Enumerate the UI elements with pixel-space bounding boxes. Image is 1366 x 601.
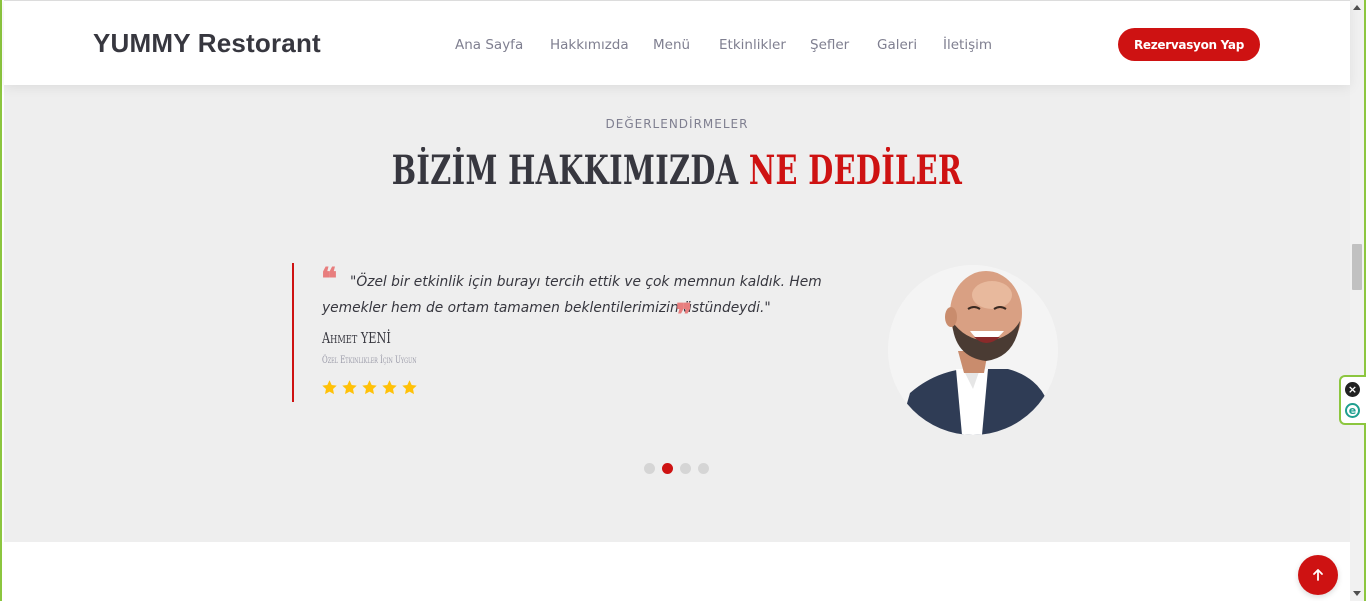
carousel-dot-4[interactable]	[698, 463, 709, 474]
carousel-dot-1[interactable]	[644, 463, 655, 474]
carousel-dot-3[interactable]	[680, 463, 691, 474]
quote-right-icon: ❞	[676, 298, 693, 333]
star-icon	[362, 380, 377, 395]
close-circle-icon[interactable]: ×	[1345, 382, 1360, 397]
nav-sefler[interactable]: Şefler	[810, 37, 849, 53]
star-icon	[322, 380, 337, 395]
arrow-up-icon	[1313, 569, 1323, 581]
heading-main: BİZİM HAKKIMIZDA	[391, 147, 749, 194]
scroll-top-button[interactable]	[1298, 555, 1338, 595]
scroll-down-arrow-icon[interactable]	[1353, 591, 1361, 596]
heading-accent: NE DEDİLER	[748, 147, 963, 194]
carousel-dot-2[interactable]	[662, 463, 673, 474]
e-logo-icon[interactable]: e	[1345, 403, 1360, 418]
star-icon	[342, 380, 357, 395]
reviewer-name: Ahmet YENİ	[322, 329, 391, 347]
reservation-button[interactable]: Rezervasyon Yap	[1118, 28, 1260, 61]
nav-ana-sayfa[interactable]: Ana Sayfa	[455, 37, 523, 53]
extension-widget: × e	[1339, 375, 1366, 425]
reviewer-photo	[888, 265, 1058, 435]
testimonial-quote: "Özel bir etkinlik için burayı tercih et…	[322, 274, 822, 316]
carousel-pagination	[644, 463, 709, 474]
rating-stars	[321, 379, 418, 396]
star-icon	[382, 380, 397, 395]
nav-iletisim[interactable]: İletişim	[943, 37, 992, 53]
nav-galeri[interactable]: Galeri	[877, 37, 917, 53]
site-header: YUMMY Restorant Ana Sayfa Hakkımızda Men…	[4, 0, 1350, 85]
site-logo[interactable]: YUMMY Restorant	[93, 28, 321, 59]
nav-etkinlikler[interactable]: Etkinlikler	[719, 37, 786, 53]
testimonial-card: ❝ "Özel bir etkinlik için burayı tercih …	[292, 263, 852, 402]
nav-hakkimizda[interactable]: Hakkımızda	[550, 37, 629, 53]
page-scrollbar[interactable]	[1350, 0, 1364, 601]
page: YUMMY Restorant Ana Sayfa Hakkımızda Men…	[4, 0, 1350, 601]
testimonials-section: DEĞERLENDİRMELER BİZİM HAKKIMIZDA NE DED…	[4, 85, 1350, 542]
section-eyebrow: DEĞERLENDİRMELER	[605, 117, 749, 131]
section-heading: BİZİM HAKKIMIZDA NE DEDİLER	[192, 147, 1161, 194]
star-icon	[402, 380, 417, 395]
reviewer-avatar	[888, 265, 1058, 435]
scroll-up-arrow-icon[interactable]	[1353, 5, 1361, 10]
scroll-thumb[interactable]	[1352, 244, 1362, 290]
reviewer-role: Özel Etkinlikler İçin Uygun	[322, 355, 417, 366]
nav-menu[interactable]: Menü	[653, 37, 690, 53]
